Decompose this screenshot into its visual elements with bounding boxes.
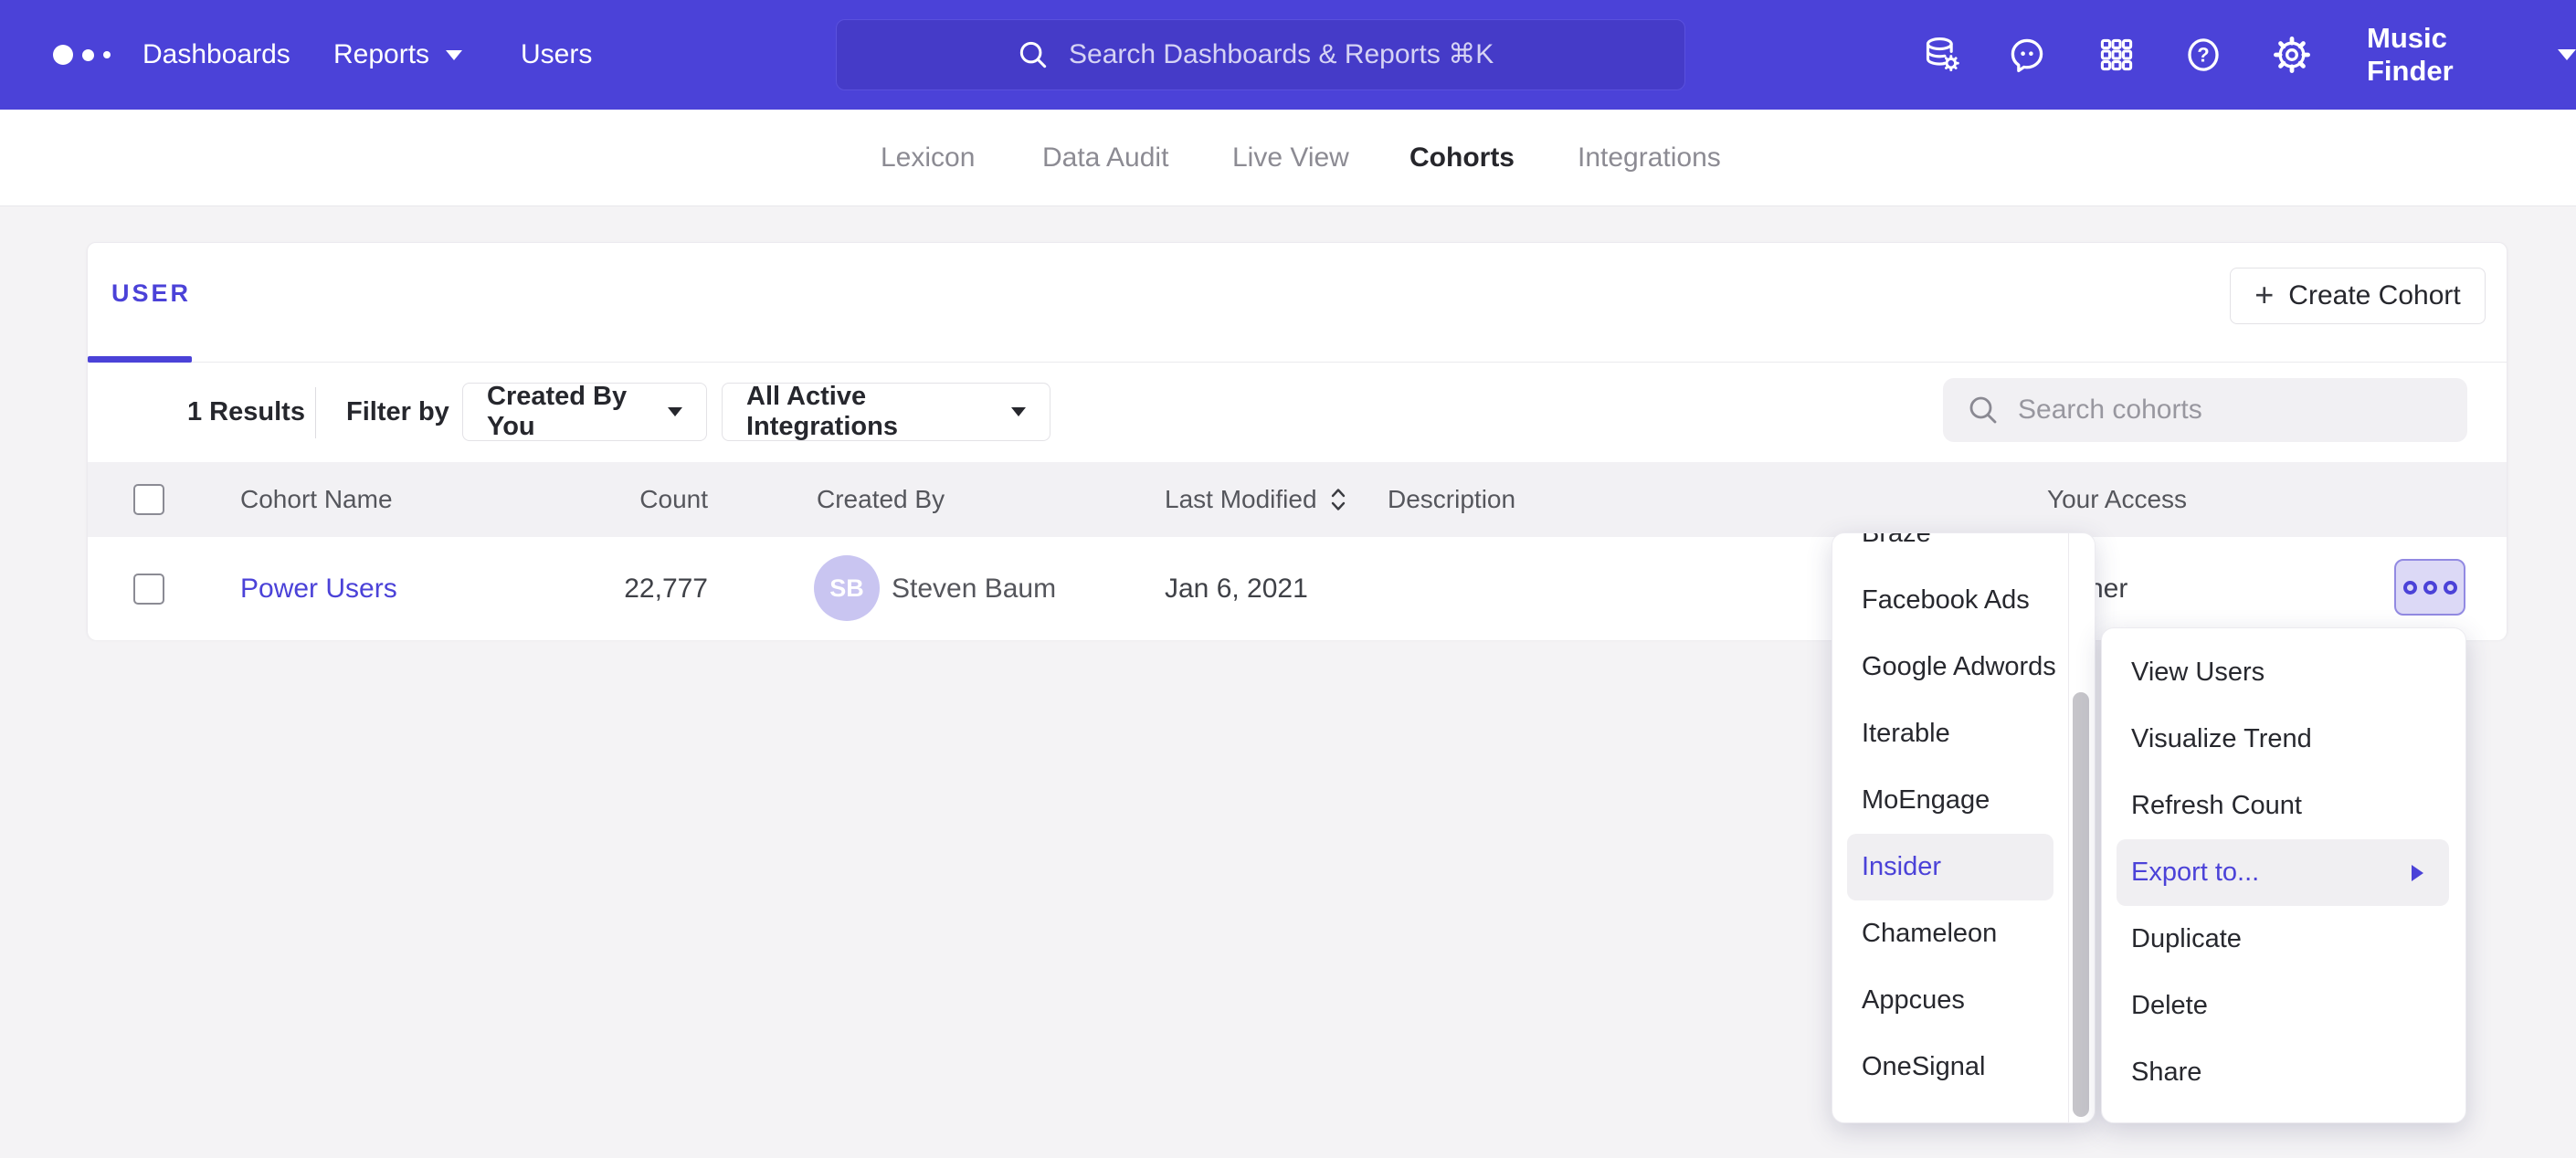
search-icon	[1016, 37, 1050, 72]
tab-integrations[interactable]: Integrations	[1578, 110, 1721, 206]
global-search-input[interactable]	[1067, 38, 1505, 71]
nav-dashboards[interactable]: Dashboards	[143, 0, 290, 110]
col-your-access: Your Access	[2047, 462, 2187, 537]
app-screen: Dashboards Reports Users	[0, 0, 2576, 1158]
dot-icon	[2444, 581, 2457, 595]
brand-logo-icon[interactable]	[53, 0, 111, 110]
table-header: Cohort Name Count Created By Last Modifi…	[88, 462, 2507, 537]
divider	[315, 387, 316, 438]
svg-text:?: ?	[2197, 44, 2209, 67]
table-row: Power Users 22,777 SB Steven Baum Jan 6,…	[88, 537, 2507, 640]
tab-user-cohorts[interactable]: USER	[111, 279, 191, 308]
chevron-down-icon	[446, 50, 462, 60]
cohort-name-link[interactable]: Power Users	[240, 574, 397, 605]
nav-users[interactable]: Users	[521, 0, 592, 110]
last-modified-date: Jan 6, 2021	[1165, 537, 1308, 640]
plus-icon: +	[2254, 279, 2274, 311]
menu-item-moengage[interactable]: MoEngage	[1832, 767, 2068, 834]
tab-cohorts[interactable]: Cohorts	[1409, 110, 1515, 206]
cohort-search[interactable]	[1943, 378, 2467, 442]
menu-item-duplicate[interactable]: Duplicate	[2102, 906, 2465, 973]
section-tabbar: Lexicon Data Audit Live View Cohorts Int…	[0, 110, 2576, 206]
help-icon[interactable]: ?	[2183, 35, 2223, 75]
create-cohort-button[interactable]: + Create Cohort	[2230, 268, 2486, 324]
filter-by-label: Filter by	[346, 363, 449, 462]
col-created-by: Created By	[817, 462, 945, 537]
export-targets-menu: Braze Facebook Ads Google Adwords Iterab…	[1832, 532, 2096, 1123]
user-tab-underline	[88, 356, 192, 363]
menu-item-braze[interactable]: Braze	[1832, 532, 2068, 567]
scrollbar-track	[2068, 533, 2069, 1122]
chevron-down-icon	[668, 407, 682, 416]
cohorts-panel: USER + Create Cohort 1 Results Filter by…	[87, 242, 2507, 639]
menu-item-facebook-ads[interactable]: Facebook Ads	[1832, 567, 2068, 634]
chevron-down-icon	[1011, 407, 1026, 416]
menu-item-onesignal[interactable]: OneSignal	[1832, 1034, 2068, 1100]
cohort-count: 22,777	[571, 537, 708, 640]
menu-item-refresh-count[interactable]: Refresh Count	[2102, 773, 2465, 839]
submenu-arrow-icon	[2412, 865, 2423, 881]
menu-item-delete[interactable]: Delete	[2102, 973, 2465, 1039]
apps-grid-icon[interactable]	[2096, 35, 2137, 75]
menu-item-chameleon[interactable]: Chameleon	[1832, 900, 2068, 967]
search-icon	[1965, 392, 2001, 428]
row-actions-button[interactable]	[2394, 559, 2465, 616]
menu-item-share[interactable]: Share	[2102, 1039, 2465, 1106]
feedback-chat-icon[interactable]	[2007, 35, 2047, 75]
menu-item-export-to[interactable]: Export to...	[2117, 839, 2449, 906]
row-actions-menu: View Users Visualize Trend Refresh Count…	[2101, 627, 2466, 1123]
avatar: SB	[814, 555, 880, 621]
top-navbar: Dashboards Reports Users	[0, 0, 2576, 110]
global-search[interactable]	[836, 19, 1685, 90]
nav-reports[interactable]: Reports	[333, 0, 462, 110]
col-count: Count	[598, 462, 708, 537]
menu-item-view-users[interactable]: View Users	[2102, 639, 2465, 706]
dot-icon	[2403, 581, 2417, 595]
integrations-filter-dropdown[interactable]: All Active Integrations	[722, 383, 1050, 441]
col-last-modified[interactable]: Last Modified	[1165, 462, 1348, 537]
sort-icon	[1328, 486, 1348, 513]
scrollbar-thumb[interactable]	[2073, 692, 2089, 1117]
settings-gear-icon[interactable]	[2272, 35, 2312, 75]
filter-toolbar: 1 Results Filter by Created By You All A…	[88, 363, 2507, 462]
col-description: Description	[1388, 462, 1515, 537]
tab-live-view[interactable]: Live View	[1232, 110, 1349, 206]
menu-item-google-adwords[interactable]: Google Adwords	[1832, 634, 2068, 700]
created-by-name: Steven Baum	[892, 537, 1056, 640]
menu-item-visualize-trend[interactable]: Visualize Trend	[2102, 706, 2465, 773]
select-all-checkbox[interactable]	[133, 484, 164, 515]
cohort-search-input[interactable]	[2016, 394, 2400, 426]
chevron-down-icon	[2558, 49, 2576, 60]
tab-data-audit[interactable]: Data Audit	[1042, 110, 1168, 206]
data-management-icon[interactable]	[1923, 35, 1963, 75]
menu-item-iterable[interactable]: Iterable	[1832, 700, 2068, 767]
tab-lexicon[interactable]: Lexicon	[881, 110, 975, 206]
row-checkbox[interactable]	[133, 574, 164, 605]
menu-item-appcues[interactable]: Appcues	[1832, 967, 2068, 1034]
created-by-filter-dropdown[interactable]: Created By You	[462, 383, 707, 441]
project-switcher[interactable]: Music Finder	[2367, 0, 2576, 110]
menu-item-insider[interactable]: Insider	[1847, 834, 2053, 900]
project-name: Music Finder	[2367, 22, 2534, 88]
results-count: 1 Results	[187, 363, 305, 462]
col-cohort-name: Cohort Name	[240, 462, 393, 537]
dot-icon	[2423, 581, 2437, 595]
cohort-type-tabs: USER + Create Cohort	[88, 243, 2507, 363]
